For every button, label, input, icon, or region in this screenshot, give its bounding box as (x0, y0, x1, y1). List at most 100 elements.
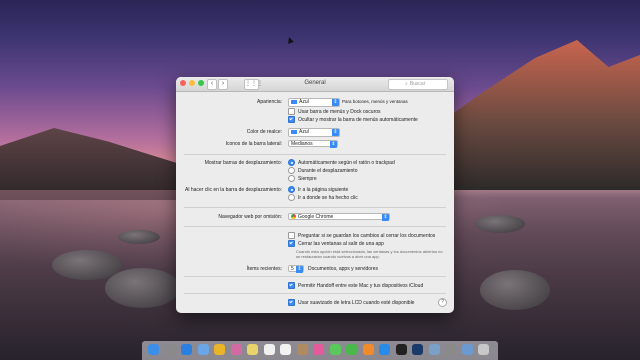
divider (184, 293, 446, 294)
wallpaper-rock (475, 215, 525, 233)
radio-button[interactable] (288, 194, 295, 201)
recent-items-popup[interactable]: 5 ⇕ (288, 265, 304, 273)
close-windows-label: Cerrar las ventanas al salir de una app (298, 240, 384, 247)
dark-menu-label: Usar barra de menús y Dock oscuros (298, 108, 381, 115)
appearance-note: Para botones, menús y ventanas (342, 99, 408, 104)
option-label: Durante el desplazamiento (298, 167, 358, 174)
trash-icon[interactable] (478, 344, 489, 355)
dark-menu-option[interactable]: Usar barra de menús y Dock oscuros (288, 108, 381, 115)
browser-label: Navegador web por omisión: (218, 214, 282, 220)
help-button[interactable]: ? (438, 298, 447, 307)
option-label: Siempre (298, 175, 317, 182)
color-swatch (291, 99, 297, 104)
downloads-icon[interactable] (461, 344, 473, 355)
ibooks-icon[interactable] (362, 344, 374, 355)
autohide-checkbox[interactable] (288, 116, 295, 123)
wallpaper-rock (105, 268, 180, 308)
chevron-updown-icon: ⇕ (332, 129, 339, 136)
handoff-label: Permitir Handoff entre este Mac y tus di… (298, 282, 424, 289)
appearance-label: Apariencia: (256, 99, 282, 105)
photos-icon[interactable] (230, 344, 242, 355)
highlight-label: Color de realce: (246, 129, 282, 135)
close-windows-note: Cuando esta opción está seleccionada, la… (296, 249, 443, 259)
divider (184, 207, 446, 208)
autohide-label: Ocultar y mostrar la barra de menús auto… (298, 116, 418, 123)
facetime-icon[interactable] (346, 344, 357, 355)
search-icon: ⌕ (405, 81, 408, 87)
close-windows-option[interactable]: Cerrar las ventanas al salir de una app (288, 240, 384, 247)
click-scroll-option-spot[interactable]: Ir a donde se ha hecho clic (288, 194, 358, 201)
radio-button[interactable] (288, 175, 295, 182)
divider (184, 226, 446, 227)
sidebar-icons-value: Medianos (291, 141, 313, 147)
option-label: Automáticamente según el ratón o trackpa… (298, 159, 395, 166)
reminders-icon[interactable] (263, 344, 275, 355)
search-placeholder: Buscar (409, 81, 426, 87)
chevron-updown-icon: ⇕ (330, 141, 337, 148)
chrome-icon[interactable] (214, 344, 225, 355)
radio-button[interactable] (288, 186, 295, 193)
chrome-icon (291, 214, 296, 220)
title-bar: ‹ › ⋮⋮⋮ General ⌕ Buscar (176, 77, 454, 92)
preview-icon[interactable] (428, 344, 440, 355)
click-scroll-label: Al hacer clic en la barra de desplazamie… (185, 187, 282, 193)
sidebar-icons-label: Iconos de la barra lateral: (225, 141, 282, 147)
recent-items-value: 5 (291, 266, 294, 272)
notes-icon[interactable] (247, 344, 258, 355)
system-preferences-icon[interactable] (445, 344, 456, 355)
terminal-icon[interactable] (395, 344, 407, 355)
dock (142, 341, 498, 360)
photoshop-icon[interactable] (412, 344, 423, 355)
handoff-checkbox[interactable] (288, 282, 295, 289)
preferences-window: ‹ › ⋮⋮⋮ General ⌕ Buscar Apariencia: Azul… (176, 77, 454, 313)
autohide-option[interactable]: Ocultar y mostrar la barra de menús auto… (288, 116, 418, 123)
search-field[interactable]: ⌕ Buscar (388, 79, 448, 90)
highlight-popup[interactable]: Azul ⇕ (288, 128, 340, 137)
divider (184, 154, 446, 155)
wallpaper-rock (480, 270, 550, 310)
wallpaper-rock (118, 230, 160, 244)
option-label: Ir a la página siguiente (298, 186, 349, 193)
mouse-cursor (286, 36, 294, 44)
wallpaper-mountain-right (430, 40, 640, 190)
appstore-icon[interactable] (379, 344, 390, 355)
wallpaper-mountain-left (0, 128, 180, 200)
chevron-updown-icon: ⇕ (296, 266, 303, 273)
messages-icon[interactable] (329, 344, 341, 355)
finder-icon[interactable] (148, 344, 159, 355)
lcd-option[interactable]: Usar suavizado de letra LCD cuando esté … (288, 299, 414, 306)
itunes-icon[interactable] (313, 344, 324, 355)
ask-save-checkbox[interactable] (288, 232, 295, 239)
recent-items-label: Ítems recientes: (246, 266, 282, 272)
radio-button[interactable] (288, 167, 295, 174)
handoff-option[interactable]: Permitir Handoff entre este Mac y tus di… (288, 282, 423, 289)
lcd-checkbox[interactable] (288, 299, 295, 306)
chevron-updown-icon: ⇕ (382, 214, 389, 221)
contacts-icon[interactable] (296, 344, 308, 355)
lcd-label: Usar suavizado de letra LCD cuando esté … (298, 299, 415, 306)
radio-button[interactable] (288, 159, 295, 166)
scrollbars-option-scrolling[interactable]: Durante el desplazamiento (288, 167, 357, 174)
safari-icon[interactable] (181, 344, 192, 355)
browser-value: Google Chrome (298, 214, 334, 220)
sidebar-icons-popup[interactable]: Medianos ⇕ (288, 140, 338, 148)
scrollbars-option-auto[interactable]: Automáticamente según el ratón o trackpa… (288, 159, 395, 166)
appearance-popup[interactable]: Azul ⇕ (288, 98, 340, 107)
close-windows-checkbox[interactable] (288, 240, 295, 247)
color-swatch (291, 129, 297, 134)
calendar-icon[interactable] (280, 344, 291, 355)
chevron-updown-icon: ⇕ (332, 99, 339, 106)
divider (184, 276, 446, 277)
browser-popup[interactable]: Google Chrome ⇕ (288, 213, 390, 221)
click-scroll-option-next-page[interactable]: Ir a la página siguiente (288, 186, 348, 193)
highlight-value: Azul (299, 129, 309, 135)
ask-save-option[interactable]: Preguntar si se guardan los cambios al c… (288, 232, 435, 239)
scrollbars-label: Mostrar barras de desplazamiento: (204, 160, 282, 166)
mail-icon[interactable] (197, 344, 209, 355)
launchpad-icon[interactable] (164, 344, 176, 355)
dark-menu-checkbox[interactable] (288, 108, 295, 115)
option-label: Ir a donde se ha hecho clic (298, 194, 358, 201)
appearance-value: Azul (299, 99, 309, 105)
scrollbars-option-always[interactable]: Siempre (288, 175, 317, 182)
recent-items-suffix: Documentos, apps y servidores (308, 266, 379, 272)
